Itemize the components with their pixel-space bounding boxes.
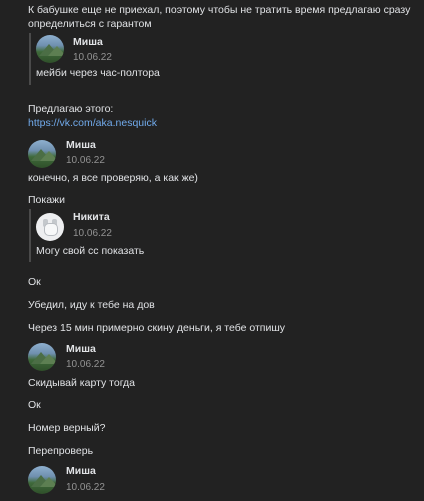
forward-author-name[interactable]: Миша: [66, 139, 96, 151]
forward-author-name[interactable]: Миша: [66, 343, 96, 355]
forward-date: 10.06.22: [66, 155, 105, 166]
mountain-avatar-icon[interactable]: [28, 466, 56, 494]
message-feed[interactable]: К бабушке еще не приехал, поэтому чтобы …: [0, 0, 424, 501]
forward-date: 10.06.22: [66, 482, 105, 493]
mountain-avatar-icon[interactable]: [36, 35, 64, 63]
message-text: Ок: [28, 399, 41, 411]
message-text: Перепроверь: [28, 445, 94, 457]
profile-link[interactable]: https://vk.com/aka.nesquick: [28, 116, 157, 130]
dog-avatar-icon[interactable]: [36, 213, 64, 241]
mountain-avatar-icon[interactable]: [28, 343, 56, 371]
forward-date: 10.06.22: [73, 52, 112, 63]
forward-quote-bar: [29, 209, 31, 262]
mountain-avatar-icon[interactable]: [28, 140, 56, 168]
forward-quote-bar: [29, 33, 31, 85]
forward-text: мейби через час-полтора: [36, 67, 160, 79]
message-text: Номер верный?: [28, 422, 106, 434]
forward-date: 10.06.22: [66, 359, 105, 370]
forward-author-name[interactable]: Миша: [66, 465, 96, 477]
message-text: Покажи: [28, 194, 65, 206]
forward-text: Скидывай карту тогда: [28, 377, 136, 389]
message-text: Ок: [28, 276, 41, 288]
message-text: определиться с гарантом: [28, 18, 152, 30]
forward-author-name[interactable]: Миша: [73, 36, 103, 48]
forward-author-name[interactable]: Никита: [73, 211, 110, 223]
message-text: Через 15 мин примерно скину деньги, я те…: [28, 322, 286, 334]
forward-date: 10.06.22: [73, 228, 112, 239]
message-text: К бабушке еще не приехал, поэтому чтобы …: [28, 4, 411, 16]
message-text: Убедил, иду к тебе на дов: [28, 299, 155, 311]
forward-text: Могу свой сс показать: [36, 245, 145, 257]
message-text: Предлагаю этого:: [28, 103, 114, 115]
forward-text: конечно, я все проверяю, а как же): [28, 172, 198, 184]
